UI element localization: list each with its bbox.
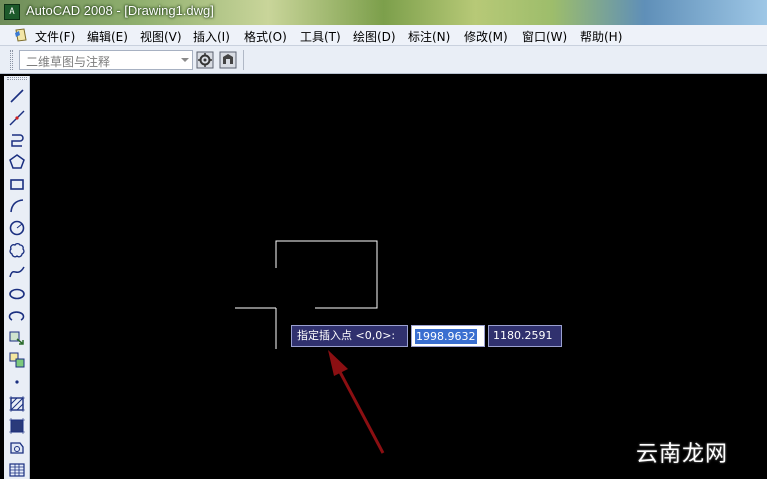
x-coordinate-input[interactable]: 1998.9632: [411, 325, 485, 347]
y-coordinate-input[interactable]: 1180.2591: [488, 325, 562, 347]
dynamic-input-prompt: 指定插入点 <0,0>:: [291, 325, 408, 347]
x-coordinate-value: 1998.9632: [415, 329, 477, 344]
watermark-text: 云南龙网: [636, 442, 729, 467]
annotation-arrow: [328, 350, 385, 454]
drawing-overlay: [235, 240, 385, 454]
cursor-crosshair: [235, 307, 277, 349]
block-preview-rectangle: [275, 240, 378, 309]
